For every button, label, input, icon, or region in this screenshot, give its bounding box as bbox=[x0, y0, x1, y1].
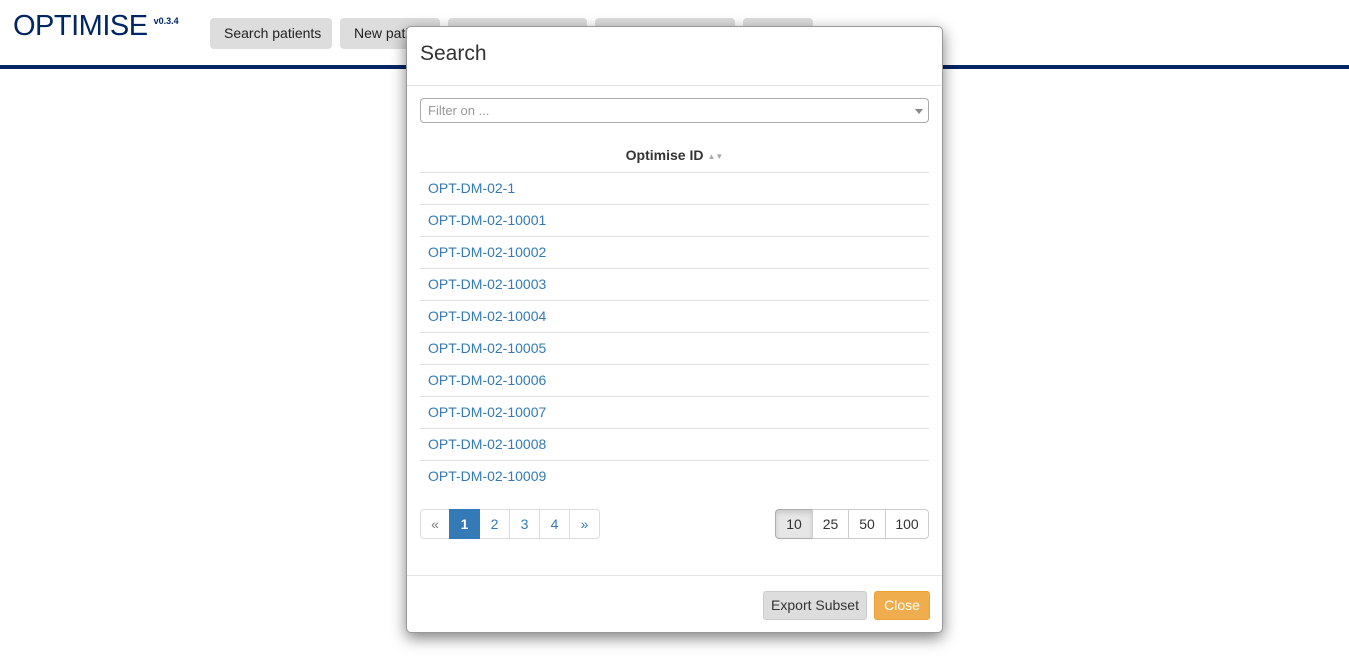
export-subset-button[interactable]: Export Subset bbox=[763, 591, 867, 620]
table-row: OPT-DM-02-10005 bbox=[420, 333, 929, 365]
patient-link[interactable]: OPT-DM-02-10006 bbox=[428, 372, 546, 388]
table-row: OPT-DM-02-10009 bbox=[420, 461, 929, 493]
page-size-10-button[interactable]: 10 bbox=[775, 509, 813, 539]
page-size-50-button[interactable]: 50 bbox=[848, 509, 886, 539]
brand-name: OPTIMISE bbox=[13, 10, 148, 42]
table-row: OPT-DM-02-10001 bbox=[420, 205, 929, 237]
nav-search-patients-button[interactable]: Search patients bbox=[210, 18, 332, 49]
patient-link[interactable]: OPT-DM-02-1 bbox=[428, 180, 515, 196]
pagination-page-2[interactable]: 2 bbox=[479, 509, 510, 539]
table-row: OPT-DM-02-10003 bbox=[420, 269, 929, 301]
results-table: Optimise ID ▲▼ OPT-DM-02-1 OPT-DM-02-1000… bbox=[420, 139, 929, 493]
close-button[interactable]: Close bbox=[874, 591, 930, 620]
table-row: OPT-DM-02-10006 bbox=[420, 365, 929, 397]
patient-link[interactable]: OPT-DM-02-10007 bbox=[428, 404, 546, 420]
modal-footer: Export Subset Close bbox=[407, 575, 942, 634]
search-modal: Search Filter on ... Optimise ID ▲▼ OPT-D… bbox=[406, 26, 943, 633]
patient-link[interactable]: OPT-DM-02-10009 bbox=[428, 468, 546, 484]
table-row: OPT-DM-02-10007 bbox=[420, 397, 929, 429]
sort-icon: ▲▼ bbox=[707, 151, 724, 161]
page-size-100-button[interactable]: 100 bbox=[885, 509, 929, 539]
pagination-page-1[interactable]: 1 bbox=[449, 509, 480, 539]
patient-link[interactable]: OPT-DM-02-10001 bbox=[428, 212, 546, 228]
dropdown-caret-icon bbox=[915, 109, 923, 114]
page-size-group: 10 25 50 100 bbox=[775, 509, 929, 539]
patient-link[interactable]: OPT-DM-02-10005 bbox=[428, 340, 546, 356]
patient-link[interactable]: OPT-DM-02-10003 bbox=[428, 276, 546, 292]
table-row: OPT-DM-02-10002 bbox=[420, 237, 929, 269]
pagination-page-4[interactable]: 4 bbox=[539, 509, 570, 539]
pagination-prev-button[interactable]: « bbox=[420, 509, 450, 539]
column-header-optimise-id[interactable]: Optimise ID ▲▼ bbox=[420, 139, 929, 173]
pagination-next-button[interactable]: » bbox=[569, 509, 600, 539]
modal-header: Search bbox=[407, 27, 942, 86]
app-logo[interactable]: OPTIMISE v0.3.4 bbox=[13, 10, 179, 43]
app-version: v0.3.4 bbox=[153, 16, 179, 26]
pagination: « 1 2 3 4 » bbox=[420, 509, 600, 539]
pagination-page-3[interactable]: 3 bbox=[509, 509, 540, 539]
modal-title: Search bbox=[420, 42, 487, 65]
page-size-25-button[interactable]: 25 bbox=[812, 509, 849, 539]
filter-placeholder: Filter on ... bbox=[428, 103, 490, 118]
patient-link[interactable]: OPT-DM-02-10002 bbox=[428, 244, 546, 260]
patient-link[interactable]: OPT-DM-02-10004 bbox=[428, 308, 546, 324]
column-header-label: Optimise ID bbox=[625, 147, 704, 163]
table-row: OPT-DM-02-1 bbox=[420, 173, 929, 205]
patient-link[interactable]: OPT-DM-02-10008 bbox=[428, 436, 546, 452]
table-row: OPT-DM-02-10004 bbox=[420, 301, 929, 333]
table-row: OPT-DM-02-10008 bbox=[420, 429, 929, 461]
filter-select[interactable]: Filter on ... bbox=[420, 98, 929, 123]
